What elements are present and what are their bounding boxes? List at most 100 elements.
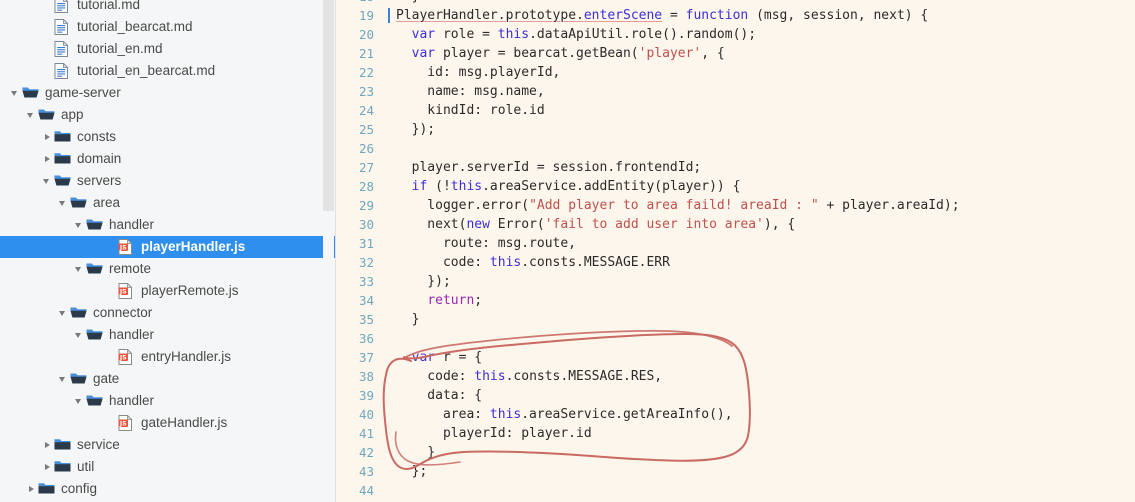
- chevron-right-icon[interactable]: [42, 462, 53, 473]
- chevron-down-icon[interactable]: [26, 110, 37, 121]
- code-line[interactable]: 43 };: [336, 462, 1135, 481]
- tree-item-selected[interactable]: JS playerHandler.js: [0, 236, 336, 258]
- tree-item-label: gateHandler.js: [141, 415, 228, 430]
- code-line[interactable]: 36: [336, 329, 1135, 348]
- tree-item[interactable]: handler: [0, 390, 336, 412]
- tree-item[interactable]: app: [0, 104, 336, 126]
- code-token: role =: [435, 27, 498, 42]
- tree-item[interactable]: game-server: [0, 82, 336, 104]
- code-line[interactable]: 41 playerId: player.id: [336, 424, 1135, 443]
- code-line[interactable]: 31 route: msg.route,: [336, 234, 1135, 253]
- folder-open-icon: [86, 327, 103, 343]
- code-line[interactable]: 37 var r = {: [336, 348, 1135, 367]
- code-line[interactable]: 24 kindId: role.id: [336, 101, 1135, 120]
- code-line[interactable]: 38 code: this.consts.MESSAGE.RES,: [336, 367, 1135, 386]
- code-line[interactable]: 23 name: msg.name,: [336, 82, 1135, 101]
- code-line[interactable]: 39 data: {: [336, 386, 1135, 405]
- tree-item[interactable]: tutorial_bearcat.md: [0, 16, 336, 38]
- code-line[interactable]: 40 area: this.areaService.getAreaInfo(),: [336, 405, 1135, 424]
- code-line-text: if (!this.areaService.addEntity(player))…: [396, 177, 741, 196]
- tree-item[interactable]: area: [0, 192, 336, 214]
- file-js-icon: JS: [118, 414, 135, 431]
- sidebar-scrollbar-thumb[interactable]: [323, 0, 334, 211]
- tree-item[interactable]: servers: [0, 170, 336, 192]
- code-line[interactable]: 22 id: msg.playerId,: [336, 63, 1135, 82]
- tree-item[interactable]: JS playerRemote.js: [0, 280, 336, 302]
- line-number: 41: [358, 426, 374, 441]
- code-line[interactable]: 42 }: [336, 443, 1135, 462]
- tree-item-label: handler: [109, 393, 155, 408]
- code-line[interactable]: 35 }: [336, 310, 1135, 329]
- code-line-text: PlayerHandler.prototype.enterScene = fun…: [396, 6, 928, 25]
- file-tree[interactable]: tutorial.md tutorial_bearcat.md tutorial_e…: [0, 0, 336, 500]
- svg-text:JS: JS: [119, 245, 127, 252]
- tree-item[interactable]: consts: [0, 126, 336, 148]
- code-line[interactable]: 32 code: this.consts.MESSAGE.ERR: [336, 253, 1135, 272]
- chevron-down-icon[interactable]: [74, 396, 85, 407]
- line-number: 42: [358, 445, 374, 460]
- code-editor[interactable]: 18 }19PlayerHandler.prototype.enterScene…: [336, 0, 1135, 502]
- chevron-down-icon[interactable]: [58, 308, 69, 319]
- tree-item[interactable]: gate: [0, 368, 336, 390]
- file-explorer-panel: tutorial.md tutorial_bearcat.md tutorial_e…: [0, 0, 336, 502]
- code-content[interactable]: 18 }19PlayerHandler.prototype.enterScene…: [336, 0, 1135, 498]
- chevron-down-icon[interactable]: [10, 88, 21, 99]
- code-line[interactable]: 33 });: [336, 272, 1135, 291]
- chevron-down-icon[interactable]: [74, 220, 85, 231]
- code-token: code:: [396, 255, 490, 270]
- line-number: 36: [358, 331, 374, 346]
- code-token: .: [576, 8, 584, 23]
- chevron-right-icon[interactable]: [26, 484, 37, 495]
- tree-item[interactable]: util: [0, 456, 336, 478]
- chevron-right-icon[interactable]: [42, 132, 53, 143]
- code-line[interactable]: 19 PlayerHandler.prototype.enterScene = f…: [336, 6, 1135, 25]
- tree-item[interactable]: connector: [0, 302, 336, 324]
- tree-item[interactable]: JS entryHandler.js: [0, 346, 336, 368]
- code-line-text: }: [396, 310, 420, 329]
- tree-item[interactable]: tutorial.md: [0, 0, 336, 16]
- code-line[interactable]: 29 logger.error("Add player to area fail…: [336, 196, 1135, 215]
- code-line-text: route: msg.route,: [396, 234, 576, 253]
- tree-item[interactable]: handler: [0, 214, 336, 236]
- code-line[interactable]: 21 var player = bearcat.getBean('player'…: [336, 44, 1135, 63]
- code-line[interactable]: 26: [336, 139, 1135, 158]
- tree-item[interactable]: tutorial_en_bearcat.md: [0, 60, 336, 82]
- code-token: if: [411, 179, 428, 194]
- tree-item[interactable]: remote: [0, 258, 336, 280]
- tree-item-label: remote: [109, 261, 152, 276]
- code-line-text: kindId: role.id: [396, 101, 544, 120]
- code-line[interactable]: 30 next(new Error('fail to add user into…: [336, 215, 1135, 234]
- chevron-down-icon[interactable]: [58, 198, 69, 209]
- code-line[interactable]: 27 player.serverId = session.frontendId;: [336, 158, 1135, 177]
- code-token: 'player': [638, 46, 702, 61]
- code-line[interactable]: 44: [336, 481, 1135, 500]
- code-line[interactable]: 28 if (!this.areaService.addEntity(playe…: [336, 177, 1135, 196]
- tree-item[interactable]: service: [0, 434, 336, 456]
- chevron-right-icon[interactable]: [42, 440, 53, 451]
- code-line[interactable]: 20 var role = this.dataApiUtil.role().ra…: [336, 25, 1135, 44]
- chevron-down-icon[interactable]: [58, 374, 69, 385]
- tree-item[interactable]: JS gateHandler.js: [0, 412, 336, 434]
- code-token: });: [396, 122, 436, 137]
- chevron-down-icon[interactable]: [42, 176, 53, 187]
- code-line[interactable]: 25 });: [336, 120, 1135, 139]
- tree-item[interactable]: handler: [0, 324, 336, 346]
- tree-item[interactable]: domain: [0, 148, 336, 170]
- code-token: logger.error(: [396, 198, 530, 213]
- code-line-text: return;: [396, 291, 482, 310]
- tree-item-label: entryHandler.js: [141, 349, 232, 364]
- code-line[interactable]: 34 return;: [336, 291, 1135, 310]
- line-number: 40: [358, 407, 374, 422]
- folder-open-icon: [86, 261, 103, 277]
- code-line-text: playerId: player.id: [396, 424, 592, 443]
- chevron-down-icon[interactable]: [74, 330, 85, 341]
- code-token: .areaService.addEntity(player)) {: [482, 179, 741, 194]
- code-token: var: [411, 350, 436, 365]
- chevron-right-icon[interactable]: [42, 154, 53, 165]
- tree-item[interactable]: tutorial_en.md: [0, 38, 336, 60]
- chevron-down-icon[interactable]: [74, 264, 85, 275]
- tree-item[interactable]: config: [0, 478, 336, 500]
- file-md-icon: [54, 62, 71, 79]
